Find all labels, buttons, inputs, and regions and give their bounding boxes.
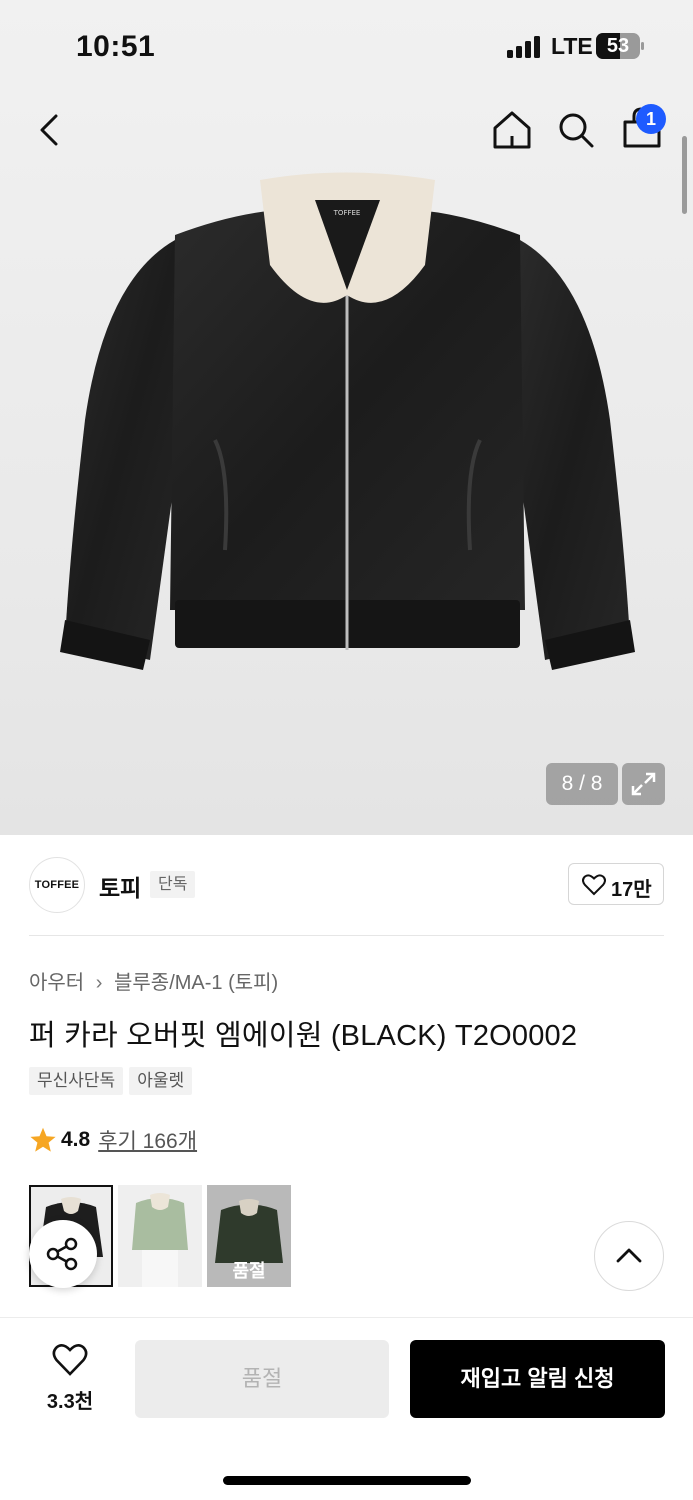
restock-alert-button[interactable]: 재입고 알림 신청 [410,1340,665,1418]
breadcrumb-item-outer[interactable]: 아우터 [29,972,84,994]
battery-icon: 53 [596,33,644,59]
breadcrumb: 아우터 › 블루종/MA-1 (토피) [29,966,278,995]
signal-icon [507,36,540,58]
soldout-button[interactable]: 품절 [135,1340,389,1418]
product-image: TOFFEE [60,172,635,670]
image-counter: 8 / 8 [546,763,618,805]
star-icon [30,1127,56,1152]
status-time: 10:51 [76,30,156,63]
tag-musinsa-exclusive: 무신사단독 [29,1067,124,1095]
variant-thumb-khaki[interactable]: 품절 [207,1185,291,1287]
scrollbar[interactable] [682,136,687,214]
rating-row: 4.8 후기 166개 [29,1124,197,1156]
cart-count-badge: 1 [636,104,666,134]
variant-soldout-label: 품절 [232,1261,266,1281]
rating-value: 4.8 [61,1128,91,1151]
network-label: LTE [551,33,593,59]
chevron-up-icon [616,1248,642,1263]
brand-name[interactable]: 토피 [99,869,141,903]
tag-outlet: 아울렛 [129,1067,193,1095]
home-indicator [223,1476,471,1485]
heart-icon [52,1344,88,1376]
breadcrumb-item-blouson[interactable]: 블루종/MA-1 (토피) [114,972,278,994]
share-button[interactable] [29,1220,97,1288]
scroll-top-button[interactable] [594,1221,664,1291]
product-image-gallery[interactable]: 10:51 LTE 53 1 TOFFEE 8 / 8 [0,0,693,835]
product-tags: 무신사단독 아울렛 [29,1067,193,1095]
svg-text:TOFFEE: TOFFEE [333,209,361,217]
divider [29,935,664,936]
brand-like-count: 17만 [611,879,652,901]
heart-icon [582,874,606,896]
variant-image-sage [118,1185,202,1287]
wishlist-count: 3.3천 [46,1391,94,1413]
share-icon [46,1237,78,1271]
product-title: 퍼 카라 오버핏 엠에이원 (BLACK) T2O0002 [29,1020,578,1052]
expand-icon[interactable] [622,763,665,805]
back-icon[interactable] [30,108,70,152]
variant-thumb-sage[interactable] [118,1185,202,1287]
brand-like-button[interactable]: 17만 [568,863,664,905]
wishlist-button[interactable]: 3.3천 [30,1343,110,1415]
brand-exclusive-badge: 단독 [150,871,196,898]
search-icon[interactable] [554,108,598,152]
battery-level: 53 [606,35,630,57]
status-bar: 10:51 LTE 53 [0,0,693,95]
brand-logo[interactable]: TOFFEE [29,857,85,913]
home-icon[interactable] [490,108,534,152]
chevron-right-icon: › [95,972,103,994]
reviews-link[interactable]: 후기 166개 [98,1125,197,1155]
